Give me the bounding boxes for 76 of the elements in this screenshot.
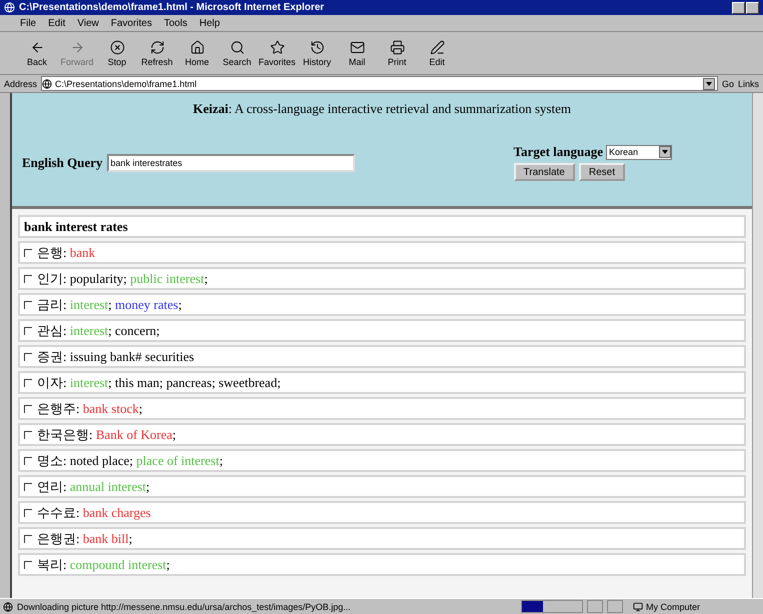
menu-item[interactable]: Favorites [110,18,152,28]
toolbar-button[interactable]: History [298,34,336,72]
translation-entry: 은행권: bank bill; [37,530,132,548]
translation-entry: 인기: popularity; public interest; [37,270,208,288]
address-field[interactable]: C:\Presentations\demo\frame1.html [41,76,718,91]
links-button[interactable]: Links [738,78,759,88]
toolbar-button[interactable]: Home [178,34,216,72]
reset-button[interactable]: Reset [578,163,625,181]
menu-item[interactable]: Tools [164,18,188,28]
checkbox[interactable] [24,482,32,490]
menu-item[interactable]: Help [199,18,220,28]
menu-item[interactable]: View [77,18,99,28]
checkbox[interactable] [24,300,32,308]
translation-entry: 복리: compound interest; [37,556,170,574]
address-label: Address [4,78,38,88]
page-icon [42,78,52,88]
toolbar-button[interactable]: Stop [98,34,136,72]
home-icon [190,40,204,54]
go-button[interactable]: Go [722,78,734,88]
checkbox[interactable] [24,456,32,464]
status-text: Downloading picture http://messene.nmsu.edu/ursa/archos_test/images/PyOB.jpg... [17,602,352,612]
page-icon [3,602,13,612]
toolbar-button[interactable]: Print [378,34,416,72]
status-pane [607,600,623,613]
toolbar-button[interactable]: Search [218,34,256,72]
translation-entry: 한국은행: Bank of Korea; [37,426,176,444]
translation-entry: 증권: issuing bank# securities [37,348,194,366]
status-pane [587,600,603,613]
browser-icon [4,2,15,13]
window-title: C:\Presentations\demo\frame1.html - Microsoft Internet Explorer [19,2,324,13]
translation-entry: 연리: annual interest; [37,478,150,496]
toolbar-button[interactable]: Back [18,34,56,72]
star-icon [270,40,284,54]
stop-icon [110,40,124,54]
checkbox[interactable] [24,378,32,386]
zone-label: My Computer [646,602,700,612]
computer-icon [633,602,643,612]
page-title: Keizai: A cross-language interactive retrieval and summarization system [192,101,572,118]
translation-entry: 관심: interest; concern; [37,322,160,340]
checkbox[interactable] [24,430,32,438]
query-field[interactable]: bank interestrates [106,154,355,172]
translation-entry: 이자: interest; this man; pancreas; sweetbread; [37,374,281,392]
scrollbar[interactable] [752,93,763,598]
translation-entry: 은행주: bank stock; [37,400,142,418]
menu-item[interactable]: File [20,18,36,28]
toolbar-button[interactable]: Edit [418,34,456,72]
menu-item[interactable]: Edit [48,18,66,28]
checkbox[interactable] [24,274,32,282]
checkbox[interactable] [24,404,32,412]
pencil-icon [430,40,444,54]
checkbox[interactable] [24,560,32,568]
checkbox[interactable] [24,352,32,360]
query-label: English Query [22,155,103,171]
refresh-icon [150,40,164,54]
translation-entry: 은행: bank [37,244,96,262]
checkbox[interactable] [24,326,32,334]
clock-icon [310,40,324,54]
minimize-button[interactable] [732,2,745,14]
mail-icon [350,40,364,54]
arrow-right-icon [70,40,84,54]
printer-icon [390,40,404,54]
maximize-button[interactable] [746,2,759,14]
checkbox[interactable] [24,534,32,542]
search-icon [230,40,244,54]
language-select[interactable]: Korean [606,144,672,160]
toolbar-button[interactable]: Favorites [258,34,296,72]
translation-entry: 수수료: bank charges [37,504,151,522]
translation-entry: 금리: interest; money rates; [37,296,182,314]
results-heading: bank interest rates [24,218,128,234]
toolbar-button[interactable]: Mail [338,34,376,72]
toolbar-button[interactable]: Refresh [138,34,176,72]
target-language-label: Target language [514,144,603,160]
translate-button[interactable]: Translate [514,163,575,181]
translation-entry: 명소: noted place; place of interest; [37,452,223,470]
checkbox[interactable] [24,508,32,516]
checkbox[interactable] [24,248,32,256]
